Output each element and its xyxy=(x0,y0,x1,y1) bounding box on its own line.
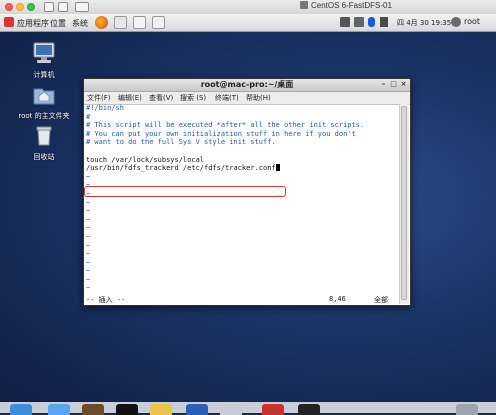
menu-view[interactable]: 查看(V) xyxy=(149,92,173,104)
snapshot-icon[interactable] xyxy=(75,2,89,12)
vm-window-title: CentOS 6-FastDFS-01 xyxy=(300,1,392,10)
volume-icon[interactable] xyxy=(380,17,388,27)
desktop-icon-label: root 的主文件夹 xyxy=(18,112,70,120)
empty-line-tilde: ~ xyxy=(86,258,91,267)
terminal-window[interactable]: root@mac-pro:~/桌面 – □ × 文件(F) 编辑(E) 查看(V… xyxy=(83,78,411,306)
app-icon[interactable] xyxy=(82,404,104,415)
empty-line-tilde: ~ xyxy=(86,215,91,224)
desktop-icon-label: 回收站 xyxy=(33,153,55,161)
app-icon[interactable] xyxy=(456,404,478,415)
minimize-icon[interactable]: – xyxy=(379,80,388,89)
app-icon[interactable] xyxy=(150,404,172,415)
empty-line-tilde: ~ xyxy=(86,172,91,181)
status-mode: -- 插入 -- xyxy=(86,296,126,304)
vm-window-titlebar: CentOS 6-FastDFS-01 xyxy=(0,0,496,15)
mac-dock xyxy=(0,402,496,415)
app-icon[interactable] xyxy=(220,404,242,415)
empty-line-tilde: ~ xyxy=(86,293,402,294)
bluetooth-icon[interactable] xyxy=(368,17,375,27)
parallels-icon[interactable] xyxy=(262,404,284,415)
editor-line: # You can put your own initialization st… xyxy=(86,129,356,138)
settings-icon[interactable] xyxy=(58,2,68,12)
desktop-icon-computer[interactable]: 计算机 xyxy=(9,42,79,80)
user-icon xyxy=(451,17,461,27)
editor-line: # xyxy=(86,112,91,121)
terminal-titlebar[interactable]: root@mac-pro:~/桌面 – □ × xyxy=(84,79,410,92)
firefox-icon[interactable] xyxy=(95,16,108,29)
desktop-icon-label: 计算机 xyxy=(33,71,55,79)
editor-line-highlighted: /usr/bin/fdfs_trackerd /etc/fdfs/tracker… xyxy=(86,164,402,173)
menu-terminal[interactable]: 终端(T) xyxy=(215,92,239,104)
menu-places[interactable]: 位置 xyxy=(50,18,66,29)
desktop-icon-home[interactable]: root 的主文件夹 xyxy=(1,83,87,121)
empty-line-tilde: ~ xyxy=(86,275,91,284)
trash-icon xyxy=(36,126,52,146)
menu-search[interactable]: 搜索 (S) xyxy=(180,92,206,104)
terminal-title: root@mac-pro:~/桌面 xyxy=(200,80,294,89)
empty-line-tilde: ~ xyxy=(86,224,91,233)
close-window-button[interactable] xyxy=(5,3,13,11)
top-panel: 应用程序 位置 系统 四 4月 30 19:35 root xyxy=(0,14,496,32)
vim-statusline: -- 插入 -- 8,46 全部 xyxy=(86,295,396,304)
empty-line-tilde: ~ xyxy=(86,198,91,207)
menu-help[interactable]: 帮助(H) xyxy=(246,92,271,104)
close-icon[interactable]: × xyxy=(399,80,408,89)
empty-line-tilde: ~ xyxy=(86,207,91,216)
sidebar-toggle-icon[interactable] xyxy=(44,2,54,12)
panel-username[interactable]: root xyxy=(464,17,480,26)
terminal-content[interactable]: #!/bin/sh # # This script will be execut… xyxy=(84,104,402,294)
app-icon[interactable] xyxy=(298,404,320,415)
network-icon[interactable] xyxy=(340,17,350,27)
vm-lock-icon xyxy=(300,1,308,9)
menu-edit[interactable]: 编辑(E) xyxy=(118,92,142,104)
maximize-icon[interactable]: □ xyxy=(389,80,398,89)
finder-icon[interactable] xyxy=(10,404,32,415)
app-icon[interactable] xyxy=(186,404,208,415)
menu-system[interactable]: 系统 xyxy=(72,18,88,29)
status-scroll: 全部 xyxy=(374,296,388,304)
menu-file[interactable]: 文件(F) xyxy=(87,92,111,104)
desktop-icon-trash[interactable]: 回收站 xyxy=(9,124,79,162)
menu-applications[interactable]: 应用程序 xyxy=(17,18,49,29)
editor-line: # This script will be executed *after* a… xyxy=(86,121,365,130)
document-icon[interactable] xyxy=(152,16,165,29)
editor-line: # want to do the full Sys V style init s… xyxy=(86,138,276,147)
empty-line-tilde: ~ xyxy=(86,241,91,250)
empty-line-tilde: ~ xyxy=(86,284,91,293)
empty-line-tilde: ~ xyxy=(86,250,91,259)
notes-icon[interactable] xyxy=(133,16,146,29)
computer-icon xyxy=(33,42,55,63)
empty-line-tilde: ~ xyxy=(86,232,91,241)
highlight-box xyxy=(84,186,286,197)
redhat-logo-icon xyxy=(4,17,14,27)
editor-line: #!/bin/sh xyxy=(86,104,124,112)
highlighted-command: /usr/bin/fdfs_trackerd /etc/fdfs/tracker… xyxy=(86,164,276,173)
editor-line: touch /var/lock/subsys/local xyxy=(86,155,205,164)
terminal-icon[interactable] xyxy=(116,404,138,415)
home-folder-icon xyxy=(33,88,55,105)
safari-icon[interactable] xyxy=(48,404,70,415)
zoom-window-button[interactable] xyxy=(27,3,35,11)
status-position: 8,46 xyxy=(329,295,346,303)
text-cursor xyxy=(275,164,280,172)
screen-icon[interactable] xyxy=(354,17,364,27)
empty-line-tilde: ~ xyxy=(86,267,91,276)
panel-clock[interactable]: 四 4月 30 19:35 xyxy=(397,18,451,28)
mail-icon[interactable] xyxy=(114,16,127,29)
terminal-scrollbar[interactable] xyxy=(399,104,409,304)
scrollbar-thumb[interactable] xyxy=(401,106,407,300)
minimize-window-button[interactable] xyxy=(16,3,24,11)
